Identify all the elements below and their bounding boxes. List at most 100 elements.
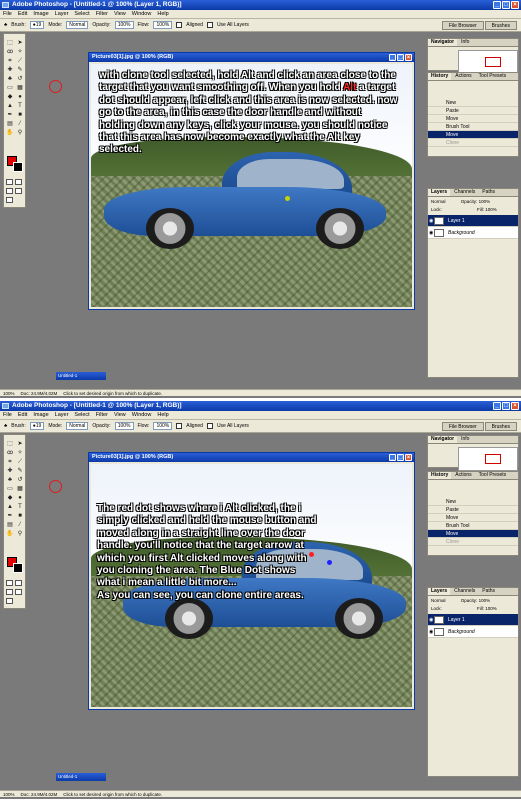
marquee-tool-icon[interactable]: ⬚ [5,39,15,48]
eye-icon[interactable]: ◉ [429,614,433,626]
close-button[interactable]: × [511,402,519,410]
doc-maximize-button[interactable]: □ [397,54,404,61]
history-brush-tool-icon[interactable]: ↺ [15,75,25,84]
background-color-swatch[interactable] [13,563,23,573]
menu-window[interactable]: Window [132,412,152,418]
background-color-swatch[interactable] [13,162,23,172]
notes-tool-icon[interactable]: ▤ [5,120,15,129]
tab-actions[interactable]: Actions [452,472,474,479]
history-item-selected[interactable]: Move [428,530,518,538]
history-item[interactable]: Paste [428,506,518,514]
menu-view[interactable]: View [114,11,126,17]
aligned-checkbox[interactable] [176,423,183,429]
maximize-button[interactable]: □ [502,1,510,9]
menu-file[interactable]: File [3,11,12,17]
navigator-thumbnail[interactable] [458,447,518,471]
eyedropper-tool-icon[interactable]: ⁄ [15,120,25,129]
history-brush-tool-icon[interactable]: ↺ [15,476,25,485]
brush-preset-picker[interactable]: ●19 [29,21,45,29]
standard-mode-icon[interactable] [6,580,13,586]
history-item[interactable]: Paste [428,107,518,115]
layer-row[interactable]: ◉ Background [428,227,518,239]
history-snapshot[interactable] [428,81,518,99]
menu-help[interactable]: Help [157,11,168,17]
flow-field[interactable]: 100% [153,422,173,430]
menu-window[interactable]: Window [132,11,152,17]
tab-actions[interactable]: Actions [452,73,474,80]
pen-tool-icon[interactable]: ✒ [5,512,15,521]
blend-mode-select[interactable]: Normal [431,598,446,603]
maximize-button[interactable]: □ [502,402,510,410]
car-photo[interactable]: with clone tool selected, hold Alt and c… [91,64,412,307]
eraser-tool-icon[interactable]: ▭ [5,485,15,494]
type-tool-icon[interactable]: T [15,503,25,512]
healing-brush-tool-icon[interactable]: ✚ [5,66,15,75]
menu-edit[interactable]: Edit [18,11,27,17]
menu-image[interactable]: Image [33,412,48,418]
history-item[interactable]: Move [428,514,518,522]
notes-tool-icon[interactable]: ▤ [5,521,15,530]
mode-select[interactable]: Normal [66,422,89,430]
menu-select[interactable]: Select [74,11,89,17]
blur-tool-icon[interactable]: ◆ [5,93,15,102]
clone-stamp-tool-icon[interactable]: ♣ [5,476,15,485]
shape-tool-icon[interactable]: ■ [15,111,25,120]
gradient-tool-icon[interactable]: ▦ [15,84,25,93]
car-photo[interactable]: The red dot shows where i Alt clicked, t… [91,464,412,707]
shape-tool-icon[interactable]: ■ [15,512,25,521]
menu-edit[interactable]: Edit [18,412,27,418]
use-all-layers-checkbox[interactable] [206,423,213,429]
screen-mode-standard-icon[interactable] [6,188,13,194]
zoom-tool-icon[interactable]: ⚲ [15,129,25,138]
gradient-tool-icon[interactable]: ▦ [15,485,25,494]
zoom-tool-icon[interactable]: ⚲ [15,530,25,539]
clone-stamp-tool-icon[interactable]: ♣ [5,75,15,84]
move-tool-icon[interactable]: ➤ [15,440,25,449]
history-item[interactable]: Move [428,115,518,123]
menu-view[interactable]: View [114,412,126,418]
tab-paths[interactable]: Paths [479,189,498,196]
doc-maximize-button[interactable]: □ [397,454,404,461]
menu-help[interactable]: Help [157,412,168,418]
layer-opacity-field[interactable]: 100% [479,199,491,204]
brushes-tab[interactable]: Brushes [484,20,517,30]
standard-mode-icon[interactable] [6,179,13,185]
tab-paths[interactable]: Paths [479,588,498,595]
fill-field[interactable]: 100% [485,606,497,611]
flow-field[interactable]: 100% [153,21,173,29]
fill-field[interactable]: 100% [485,207,497,212]
history-item[interactable]: Brush Tool [428,522,518,530]
brush-preset-picker[interactable]: ●19 [29,422,45,430]
path-selection-tool-icon[interactable]: ▲ [5,102,15,111]
menu-layer[interactable]: Layer [55,11,69,17]
history-item[interactable]: Brush Tool [428,123,518,131]
magic-wand-tool-icon[interactable]: ✧ [15,449,25,458]
screen-mode-full-icon[interactable] [15,589,22,595]
mode-select[interactable]: Normal [66,21,89,29]
path-selection-tool-icon[interactable]: ▲ [5,503,15,512]
layer-row[interactable]: ◉ Background [428,626,518,638]
tab-history[interactable]: History [428,73,452,80]
layer-row[interactable]: ◉ Layer 1 [428,614,518,626]
tab-info[interactable]: Info [458,39,472,46]
crop-tool-icon[interactable]: ⌗ [5,458,15,467]
crop-tool-icon[interactable]: ⌗ [5,57,15,66]
menu-filter[interactable]: Filter [96,11,108,17]
menu-select[interactable]: Select [74,412,89,418]
tab-channels[interactable]: Channels [451,189,478,196]
doc-close-button[interactable]: × [405,54,412,61]
history-item[interactable]: Clone [428,139,518,147]
screen-mode-standard-icon[interactable] [6,589,13,595]
screen-mode-full-icon[interactable] [15,188,22,194]
tab-navigator[interactable]: Navigator [428,39,458,46]
menu-layer[interactable]: Layer [55,412,69,418]
tab-layers[interactable]: Layers [428,588,451,595]
lasso-tool-icon[interactable]: ꝏ [5,48,15,57]
navigator-thumbnail[interactable] [458,50,518,74]
opacity-field[interactable]: 100% [114,21,134,29]
brushes-tab[interactable]: Brushes [484,421,517,431]
magic-wand-tool-icon[interactable]: ✧ [15,48,25,57]
doc-close-button[interactable]: × [405,454,412,461]
hand-tool-icon[interactable]: ✋ [5,530,15,539]
quick-mask-mode-icon[interactable] [15,580,22,586]
